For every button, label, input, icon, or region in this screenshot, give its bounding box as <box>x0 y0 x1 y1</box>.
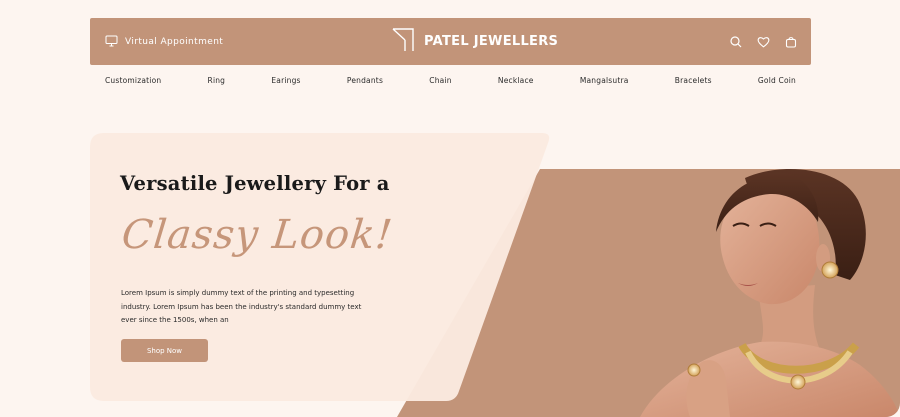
logo-mark-icon <box>392 27 414 56</box>
nav-item-ring[interactable]: Ring <box>208 76 226 92</box>
monitor-icon <box>105 32 118 51</box>
header-actions <box>730 18 797 65</box>
nav-item-earings[interactable]: Earings <box>271 76 300 92</box>
brand-logo[interactable]: PATEL JEWELLERS <box>392 18 558 65</box>
shop-now-button[interactable]: Shop Now <box>121 339 208 362</box>
nav-item-bracelets[interactable]: Bracelets <box>675 76 712 92</box>
hero-description: Lorem Ipsum is simply dummy text of the … <box>121 289 362 324</box>
nav-item-customization[interactable]: Customization <box>105 76 161 92</box>
hero-headline: Versatile Jewellery For a <box>120 172 390 195</box>
top-header-bar: Virtual Appointment PATEL JEWELLERS <box>90 18 811 65</box>
nav-item-mangalsutra[interactable]: Mangalsutra <box>580 76 629 92</box>
search-icon[interactable] <box>730 35 742 48</box>
page: Virtual Appointment PATEL JEWELLERS Cust… <box>0 0 900 417</box>
heart-icon[interactable] <box>757 36 770 48</box>
nav-item-pendants[interactable]: Pendants <box>347 76 383 92</box>
virtual-appointment-link[interactable]: Virtual Appointment <box>105 18 223 65</box>
hero-script-line: Classy Look! <box>119 212 396 258</box>
brand-name: PATEL JEWELLERS <box>424 34 559 49</box>
nav-item-necklace[interactable]: Necklace <box>498 76 534 92</box>
bag-icon[interactable] <box>785 36 797 48</box>
nav-item-chain[interactable]: Chain <box>429 76 451 92</box>
main-nav: Customization Ring Earings Pendants Chai… <box>90 76 811 92</box>
virtual-appointment-label: Virtual Appointment <box>125 36 224 47</box>
nav-item-gold-coin[interactable]: Gold Coin <box>758 76 796 92</box>
